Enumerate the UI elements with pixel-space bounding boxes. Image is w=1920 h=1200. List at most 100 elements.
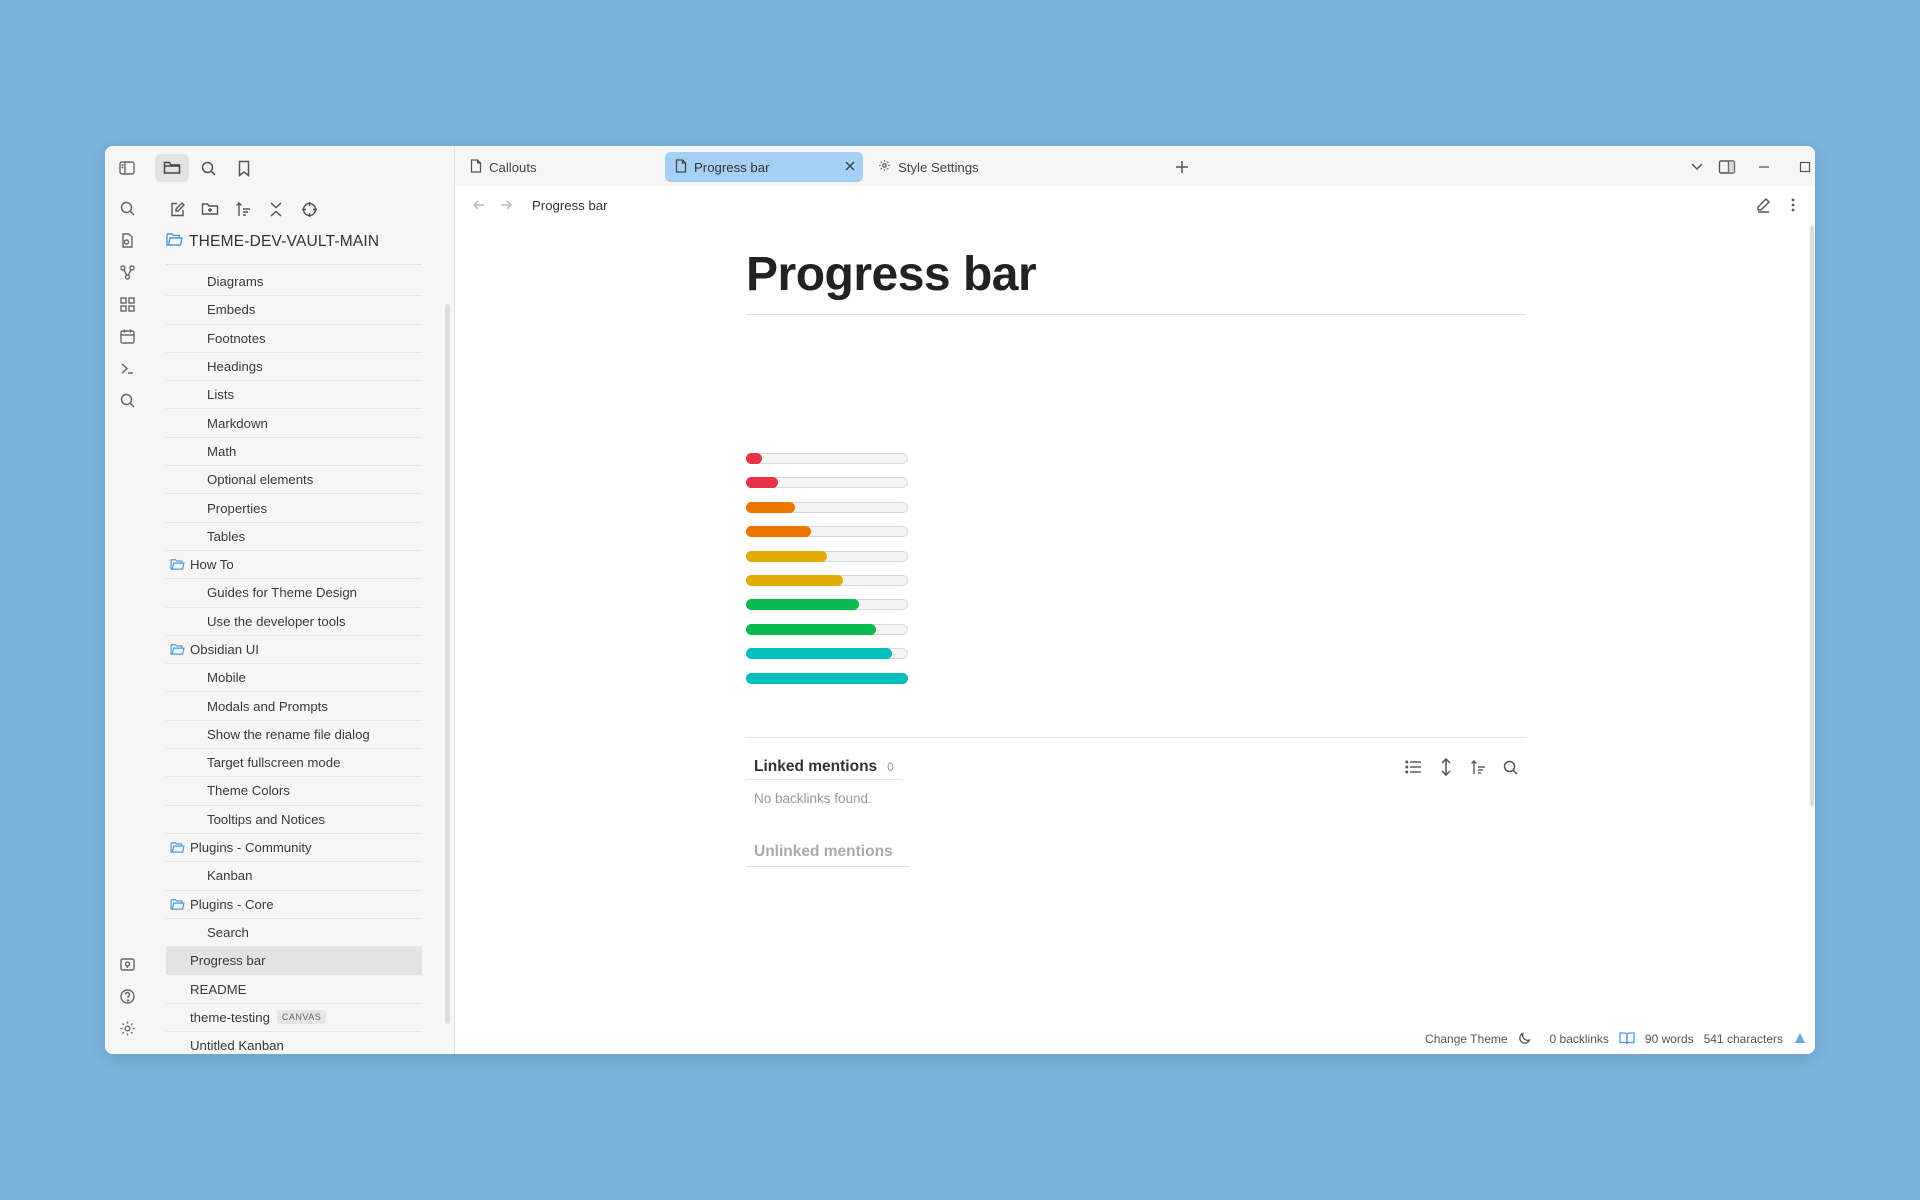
toggle-right-sidebar-icon[interactable] [1717, 158, 1737, 176]
title-divider [746, 314, 1526, 315]
progress-bar [746, 623, 908, 635]
change-theme-label[interactable]: Change Theme [1425, 1032, 1508, 1046]
breadcrumb[interactable]: Progress bar [532, 198, 608, 213]
help-icon[interactable] [115, 984, 139, 1008]
tree-item-label: README [190, 981, 247, 997]
file-item[interactable]: Embeds [166, 296, 422, 325]
no-backlinks-text: No backlinks found. [754, 791, 872, 806]
terminal-icon[interactable] [115, 356, 139, 380]
tree-item-label: Plugins - Community [190, 840, 312, 856]
file-item[interactable]: Diagrams [166, 268, 422, 297]
graph-icon[interactable] [115, 260, 139, 284]
grid-icon[interactable] [115, 292, 139, 316]
forward-arrow-icon[interactable] [499, 198, 513, 217]
file-search-icon[interactable] [115, 228, 139, 252]
new-note-icon[interactable] [164, 196, 190, 222]
file-item[interactable]: Footnotes [166, 325, 422, 353]
progress-fill [746, 672, 908, 684]
tree-item-label: Target fullscreen mode [207, 755, 341, 771]
unlinked-mentions-title[interactable]: Unlinked mentions [754, 843, 893, 861]
tab-callouts[interactable]: Callouts [460, 152, 660, 182]
locate-icon[interactable] [296, 196, 322, 222]
linked-mentions-count: 0 [887, 760, 894, 774]
reading-view-icon[interactable] [1619, 1031, 1635, 1048]
back-arrow-icon[interactable] [472, 198, 486, 217]
tree-item-label: Headings [207, 359, 263, 375]
linked-mentions-header[interactable]: Linked mentions 0 [754, 758, 894, 776]
progress-fill [746, 501, 795, 513]
search-icon[interactable] [1499, 756, 1521, 778]
search-icon[interactable] [115, 196, 139, 220]
file-item[interactable]: Properties [166, 494, 422, 523]
note-title[interactable]: Progress bar [746, 246, 1526, 304]
main-scrollbar[interactable] [1810, 226, 1814, 806]
tree-item-label: Tooltips and Notices [207, 811, 326, 827]
sort-icon[interactable] [1467, 756, 1489, 778]
file-item[interactable]: Theme Colors [166, 777, 422, 806]
new-tab-icon[interactable] [1172, 158, 1192, 176]
file-icon [470, 158, 482, 176]
edit-icon[interactable] [1755, 197, 1771, 218]
vault-name-label: THEME-DEV-VAULT-MAIN [189, 232, 380, 250]
sort-icon[interactable] [230, 196, 256, 222]
file-icon [675, 158, 687, 176]
file-item[interactable]: Kanban [166, 862, 422, 891]
file-type-badge: CANVAS [276, 1010, 327, 1025]
sidebar-scrollbar-thumb[interactable] [445, 304, 450, 1024]
search-tab-icon[interactable] [191, 154, 225, 182]
collapse-icon[interactable] [263, 196, 289, 222]
new-folder-icon[interactable] [197, 196, 223, 222]
files-tab-icon[interactable] [155, 154, 189, 182]
file-item[interactable]: Guides for Theme Design [166, 579, 422, 608]
word-count: 90 words [1644, 1032, 1694, 1046]
gear-icon [878, 159, 891, 175]
tab-list-chevron-icon[interactable] [1687, 158, 1707, 176]
calendar-icon[interactable] [115, 324, 139, 348]
progress-bar [746, 501, 908, 513]
bookmark-tab-icon[interactable] [227, 154, 261, 182]
file-item[interactable]: Untitled Kanban [166, 1032, 422, 1054]
file-item[interactable]: Tables [166, 523, 422, 551]
folder-item[interactable]: Plugins - Core [166, 891, 422, 919]
more-options-icon[interactable] [1785, 197, 1801, 218]
unlinked-mentions-underline [746, 866, 910, 867]
main-pane: Callouts Progress bar Style Settings Pro… [455, 146, 1815, 1054]
list-view-icon[interactable] [1402, 756, 1424, 778]
minimize-icon[interactable] [1754, 158, 1774, 176]
file-item[interactable]: Headings [166, 353, 422, 382]
tab-style-settings[interactable]: Style Settings [868, 152, 1066, 182]
maximize-icon[interactable] [1795, 158, 1815, 176]
file-item[interactable]: Show the rename file dialog [166, 721, 422, 750]
sidebar-toggle-icon[interactable] [115, 156, 139, 180]
vault-icon[interactable] [115, 952, 139, 976]
file-item[interactable]: Use the developer tools [166, 608, 422, 636]
file-item[interactable]: Markdown [166, 409, 422, 438]
vault-title[interactable]: THEME-DEV-VAULT-MAIN [166, 232, 379, 251]
settings-icon[interactable] [115, 1016, 139, 1040]
expand-icon[interactable] [1435, 756, 1457, 778]
file-item[interactable]: Lists [166, 381, 422, 410]
close-tab-icon[interactable] [843, 159, 857, 176]
file-item[interactable]: Math [166, 438, 422, 467]
tree-item-label: Optional elements [207, 472, 314, 488]
folder-item[interactable]: How To [166, 551, 422, 580]
file-item[interactable]: Mobile [166, 664, 422, 693]
file-explorer-sidebar: THEME-DEV-VAULT-MAIN Diagrams Embeds Footn… [149, 146, 557, 1054]
file-item[interactable]: Progress bar [166, 947, 422, 976]
tree-item-label: Math [207, 443, 237, 459]
file-item[interactable]: README [166, 975, 422, 1004]
folder-item[interactable]: Plugins - Community [166, 834, 422, 863]
file-item[interactable]: Target fullscreen mode [166, 749, 422, 778]
tab-progress-bar[interactable]: Progress bar [665, 152, 863, 182]
file-item[interactable]: Modals and Prompts [166, 692, 422, 721]
backlinks-divider [746, 737, 1526, 738]
file-item[interactable]: Search [166, 919, 422, 948]
sync-icon[interactable] [1793, 1031, 1807, 1048]
moon-icon[interactable] [1518, 1031, 1532, 1048]
magnifier-icon[interactable] [115, 388, 139, 412]
file-item[interactable]: theme-testing CANVAS [166, 1004, 422, 1033]
file-item[interactable]: Tooltips and Notices [166, 806, 422, 834]
file-item[interactable]: Optional elements [166, 466, 422, 495]
folder-item[interactable]: Obsidian UI [166, 636, 422, 665]
backlinks-count[interactable]: 0 backlinks [1550, 1032, 1609, 1046]
